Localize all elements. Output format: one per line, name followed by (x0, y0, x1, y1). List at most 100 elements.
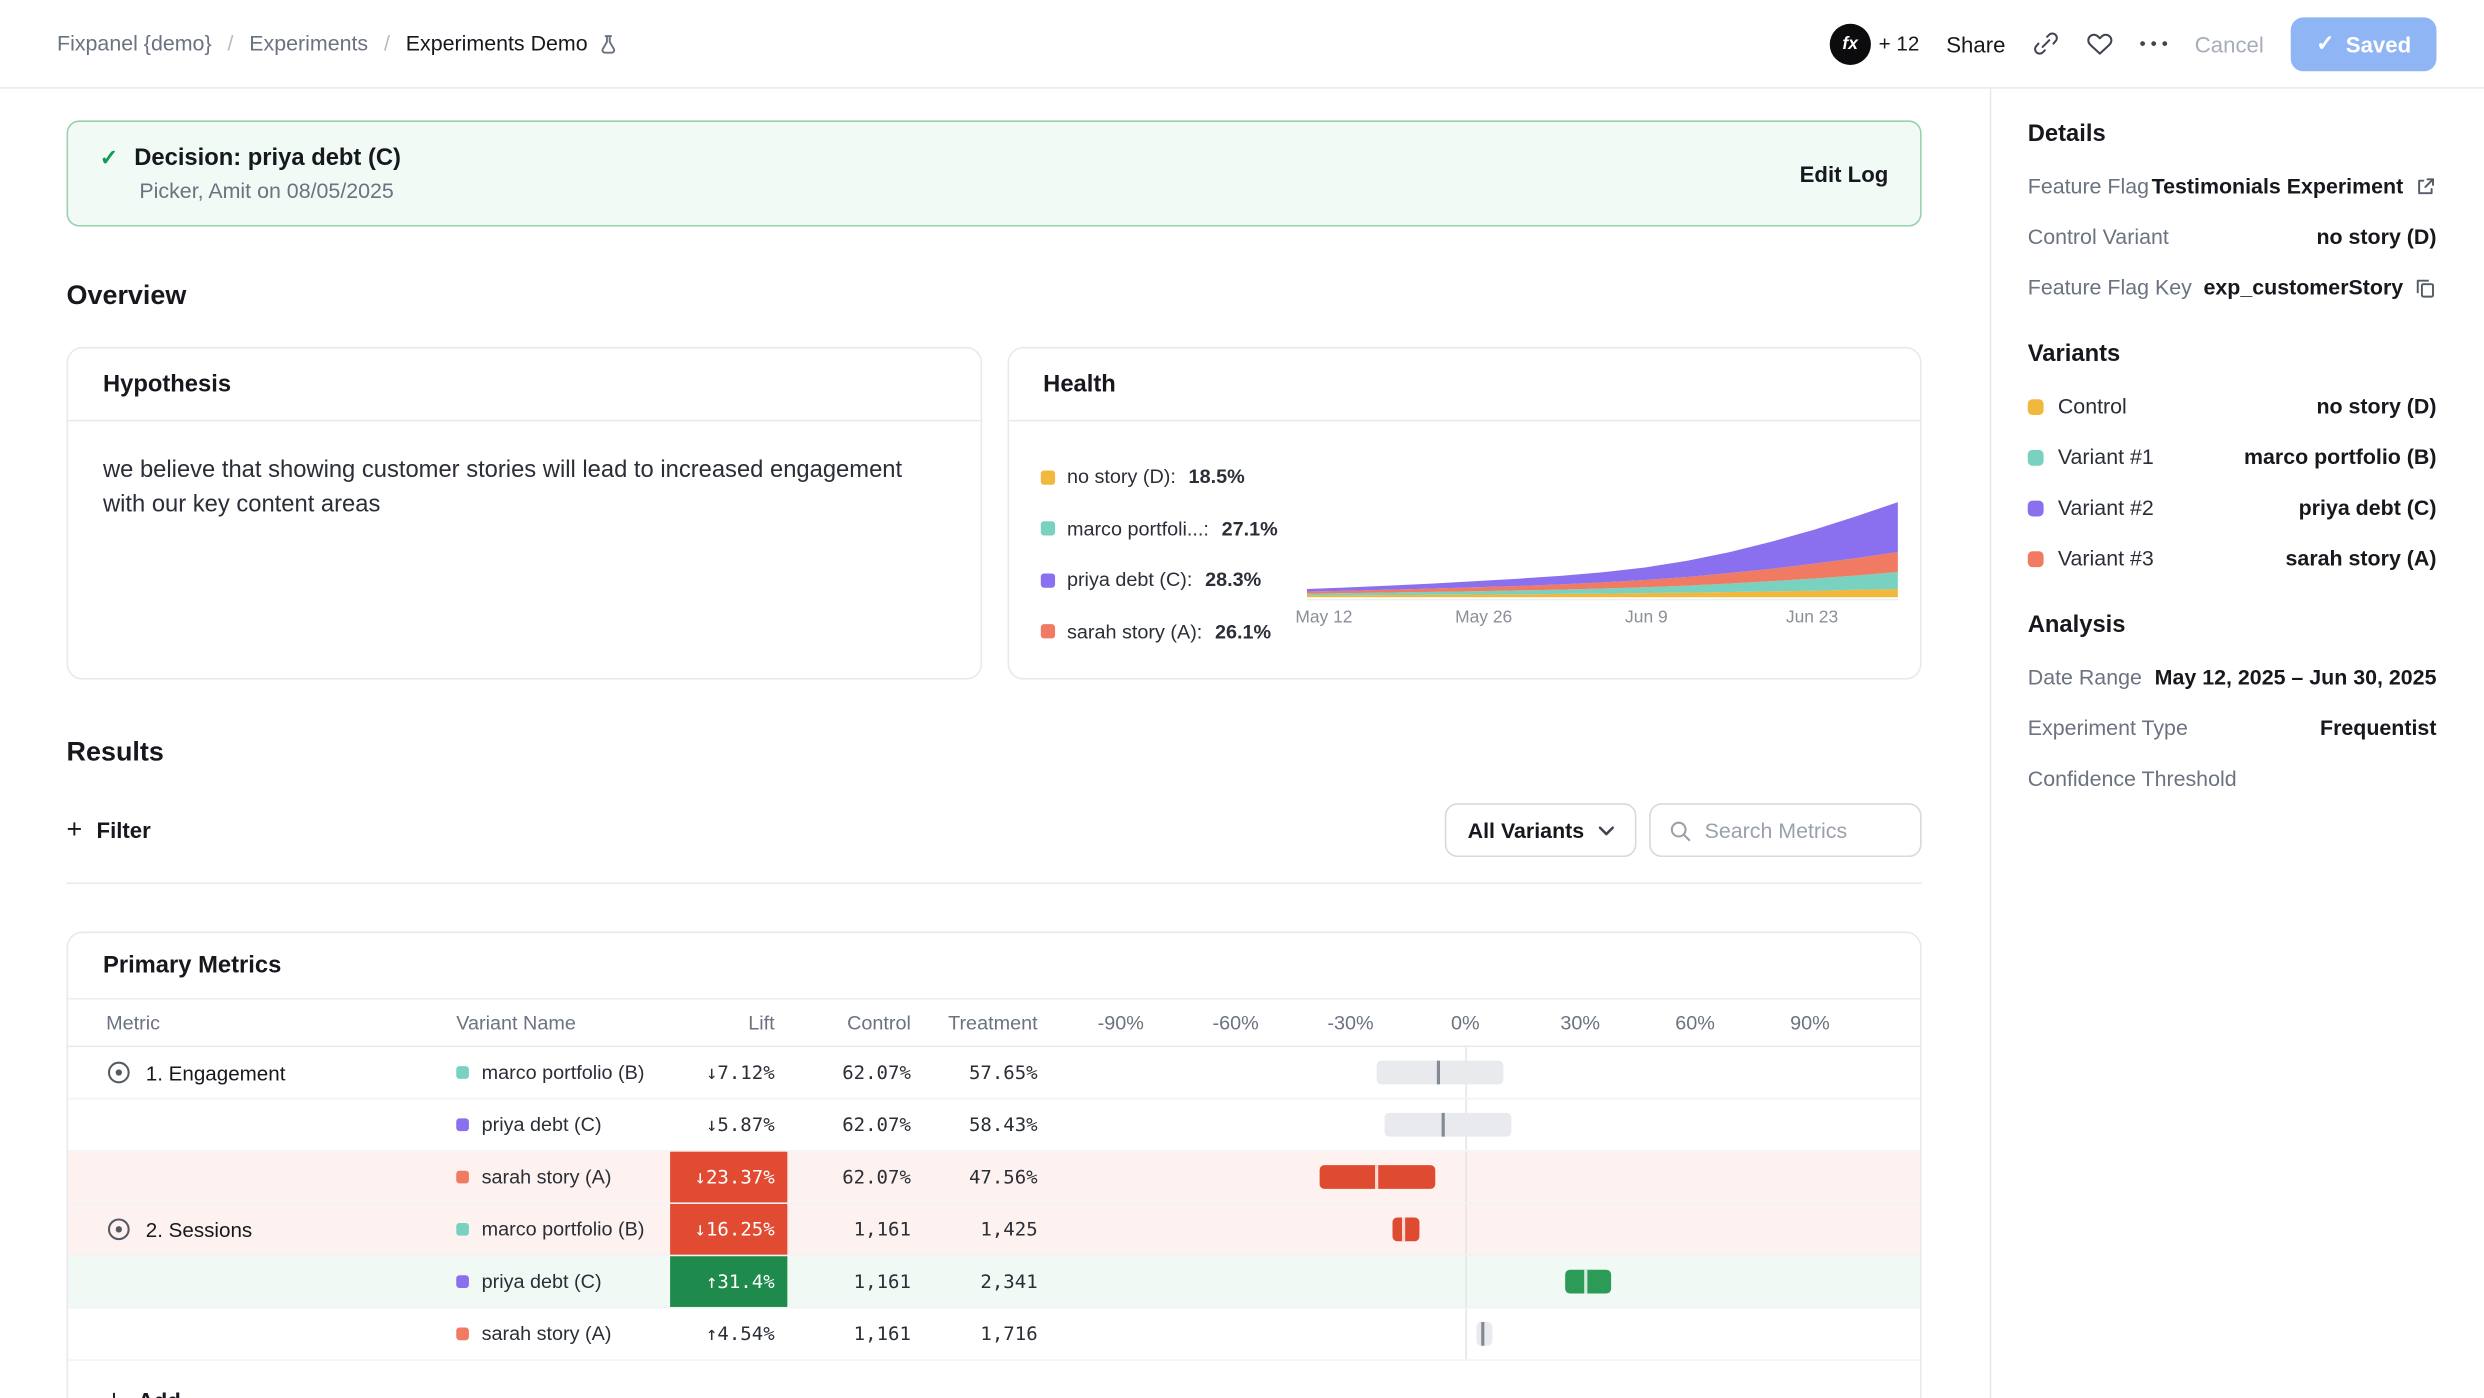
confidence-interval-bar (1072, 1099, 1920, 1150)
feature-flag-value[interactable]: Testimonials Experiment (2152, 174, 2404, 198)
add-filter-button[interactable]: + Filter (67, 814, 151, 846)
variant-value: marco portfolio (B) (2244, 445, 2436, 469)
breadcrumb-separator: / (227, 32, 233, 56)
edit-log-button[interactable]: Edit Log (1800, 161, 1889, 186)
axis-tick-label: -90% (1098, 1000, 1144, 1046)
variant-label: Variant #3 (2058, 547, 2154, 571)
copy-link-icon[interactable] (2032, 30, 2059, 57)
cancel-button[interactable]: Cancel (2195, 31, 2264, 56)
confidence-interval-bar (1072, 1309, 1920, 1360)
variant-name: priya debt (C) (482, 1114, 602, 1136)
plus-icon: + (106, 1385, 122, 1398)
x-tick-label: Jun 23 (1786, 608, 1838, 627)
axis-tick-label: -60% (1213, 1000, 1259, 1046)
legend-label: priya debt (C): (1067, 569, 1192, 591)
legend-value: 28.3% (1205, 569, 1261, 591)
legend-item: no story (D): 18.5% (1040, 466, 1306, 488)
variant-label: Variant #2 (2058, 496, 2154, 520)
app-window: Fixpanel {demo} / Experiments / Experime… (0, 0, 2484, 1398)
variant-value: priya debt (C) (2299, 496, 2437, 520)
lift-cell: ↑4.54% (670, 1309, 787, 1360)
header-metric: Metric (68, 1011, 456, 1033)
detail-row: Control Variant no story (D) (2028, 225, 2437, 249)
variant-cell: priya debt (C) (456, 1271, 670, 1293)
variants-section: Variants Control no story (D) Variant #1… (2028, 341, 2437, 571)
table-row[interactable]: sarah story (A) ↑4.54% 1,161 1,716 (68, 1309, 1920, 1361)
table-row[interactable]: priya debt (C) ↑31.4% 1,161 2,341 (68, 1256, 1920, 1308)
copy-clipboard-icon[interactable] (2414, 276, 2436, 298)
analysis-label: Experiment Type (2028, 716, 2188, 740)
variant-name: priya debt (C) (482, 1271, 602, 1293)
breadcrumb-experiments[interactable]: Experiments (249, 32, 368, 56)
detail-label: Control Variant (2028, 225, 2169, 249)
more-options-icon[interactable] (2140, 23, 2168, 64)
hypothesis-card: Hypothesis we believe that showing custo… (67, 347, 982, 680)
breadcrumb-current-label: Experiments Demo (406, 32, 588, 56)
metric-goal-icon (106, 1217, 131, 1242)
check-icon: ✓ (100, 144, 119, 171)
breadcrumb-current[interactable]: Experiments Demo (406, 32, 620, 56)
flask-icon (597, 32, 619, 54)
decision-subtitle: Picker, Amit on 08/05/2025 (139, 179, 401, 203)
lift-cell: ↓23.37% (670, 1152, 787, 1203)
variant-row: Variant #1 marco portfolio (B) (2028, 445, 2437, 469)
x-tick-label: Jun 9 (1625, 608, 1668, 627)
variant-row: Variant #2 priya debt (C) (2028, 496, 2437, 520)
hypothesis-text: we believe that showing customer stories… (68, 421, 980, 678)
variant-cell: sarah story (A) (456, 1323, 670, 1345)
legend-item: sarah story (A): 26.1% (1040, 620, 1306, 642)
table-row[interactable]: 2. Sessions marco portfolio (B) ↓16.25% … (68, 1204, 1920, 1256)
collaborators-group[interactable]: fx + 12 (1830, 23, 1920, 64)
decision-banner: ✓ Decision: priya debt (C) Picker, Amit … (67, 120, 1922, 226)
variant-name: sarah story (A) (482, 1166, 612, 1188)
favorite-heart-icon[interactable] (2086, 30, 2113, 57)
variant-value: sarah story (A) (2286, 547, 2437, 571)
control-cell: 62.07% (787, 1166, 911, 1188)
metrics-search[interactable] (1649, 803, 1921, 857)
detail-label: Feature Flag (2028, 174, 2149, 198)
primary-metrics-card: Primary Metrics Metric Variant Name Lift… (67, 931, 1922, 1398)
search-input[interactable] (1705, 818, 1903, 842)
control-cell: 1,161 (787, 1271, 911, 1293)
variants-title: Variants (2028, 341, 2437, 368)
treatment-cell: 2,341 (911, 1271, 1038, 1293)
axis-tick-label: -30% (1327, 1000, 1373, 1046)
analysis-label: Confidence Threshold (2028, 767, 2237, 791)
variants-dropdown[interactable]: All Variants (1445, 803, 1636, 857)
health-x-axis: May 12 May 26 Jun 9 Jun 23 (1306, 608, 1898, 633)
analysis-label: Date Range (2028, 665, 2142, 689)
detail-row: Feature Flag Testimonials Experiment (2028, 174, 2437, 198)
detail-row: Feature Flag Key exp_customerStory (2028, 276, 2437, 300)
variant-cell: sarah story (A) (456, 1166, 670, 1188)
variant-value: no story (D) (2316, 394, 2436, 418)
legend-label: no story (D): (1067, 466, 1176, 488)
confidence-interval-bar (1072, 1152, 1920, 1203)
metric-goal-icon (106, 1060, 131, 1085)
check-icon: ✓ (2316, 30, 2335, 57)
table-row[interactable]: 1. Engagement marco portfolio (B) ↓7.12%… (68, 1047, 1920, 1099)
axis-tick-label: 0% (1451, 1000, 1480, 1046)
overview-heading: Overview (67, 280, 1922, 312)
share-button[interactable]: Share (1946, 31, 2005, 56)
saved-button[interactable]: ✓ Saved (2291, 17, 2437, 71)
chevron-down-icon (1598, 825, 1614, 836)
external-link-icon[interactable] (2414, 175, 2436, 197)
variant-name: sarah story (A) (482, 1323, 612, 1345)
variant-label: Variant #1 (2058, 445, 2154, 469)
axis-tick-label: 30% (1560, 1000, 1600, 1046)
variant-color-swatch (456, 1171, 469, 1184)
lift-cell: ↓16.25% (670, 1204, 787, 1255)
treatment-cell: 57.65% (911, 1061, 1038, 1083)
avatar[interactable]: fx (1830, 23, 1871, 64)
analysis-row: Confidence Threshold (2028, 767, 2437, 791)
main-panel: ✓ Decision: priya debt (C) Picker, Amit … (0, 89, 1990, 1398)
table-row[interactable]: sarah story (A) ↓23.37% 62.07% 47.56% (68, 1152, 1920, 1204)
x-tick-label: May 26 (1455, 608, 1512, 627)
add-metric-button[interactable]: + Add (68, 1361, 1920, 1398)
variant-color-swatch (2028, 500, 2044, 516)
experiment-type-value: Frequentist (2320, 716, 2436, 740)
variant-name: marco portfolio (B) (482, 1061, 645, 1083)
breadcrumb-project[interactable]: Fixpanel {demo} (57, 32, 212, 56)
table-row[interactable]: priya debt (C) ↓5.87% 62.07% 58.43% (68, 1099, 1920, 1151)
variant-label: Control (2058, 394, 2127, 418)
